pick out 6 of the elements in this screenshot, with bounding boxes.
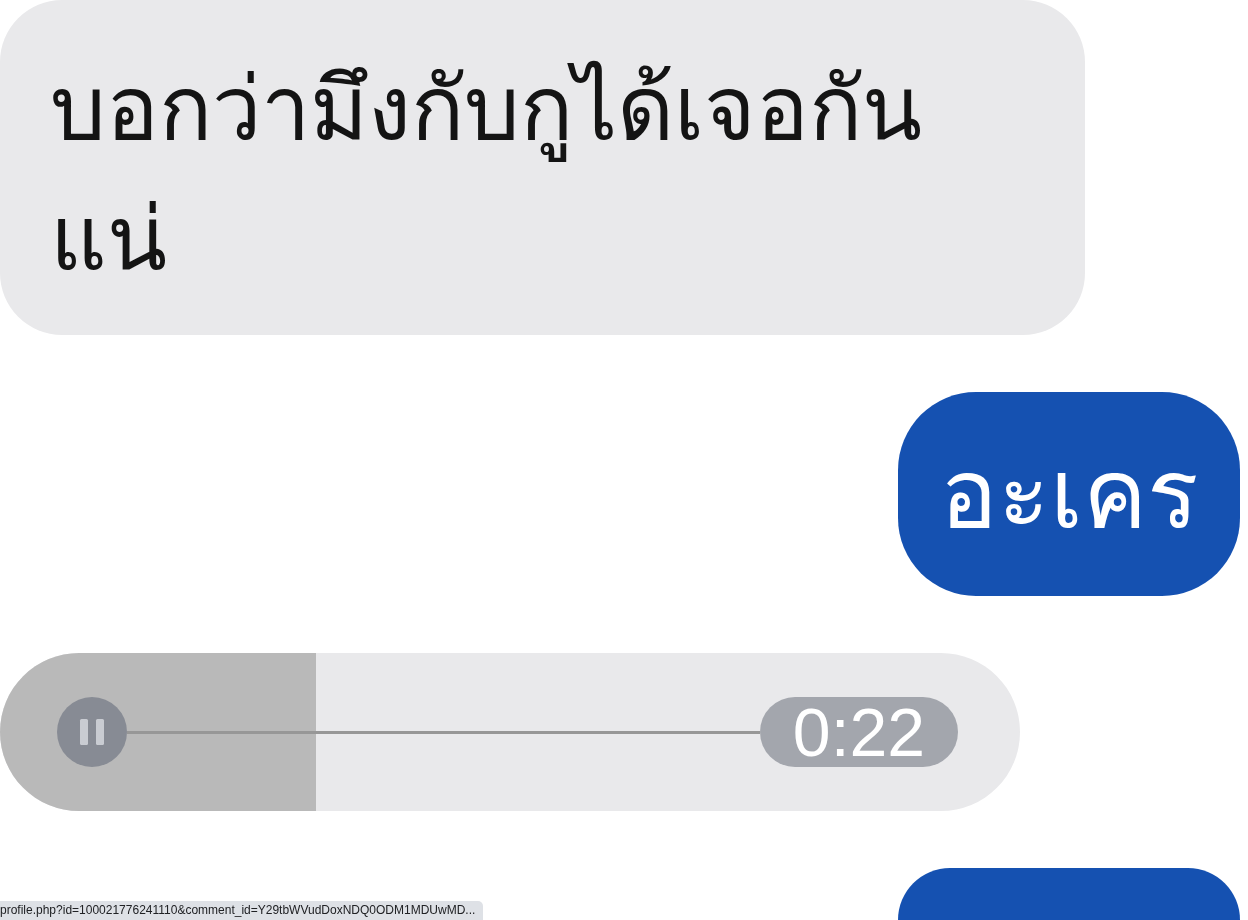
- status-bar-url: profile.php?id=100021776241110&comment_id=Y29tbWVudDoxNDQ0ODM1MDUwMD...: [0, 901, 484, 920]
- pause-icon[interactable]: [57, 697, 127, 767]
- duration-label: 0:22: [760, 697, 958, 767]
- message-bubble: อะเคร: [898, 392, 1240, 596]
- audio-progress-track[interactable]: 0:22: [0, 653, 1020, 811]
- message-bubble: บอกว่ามึงกับกูได้เจอกันแน่: [0, 0, 1085, 335]
